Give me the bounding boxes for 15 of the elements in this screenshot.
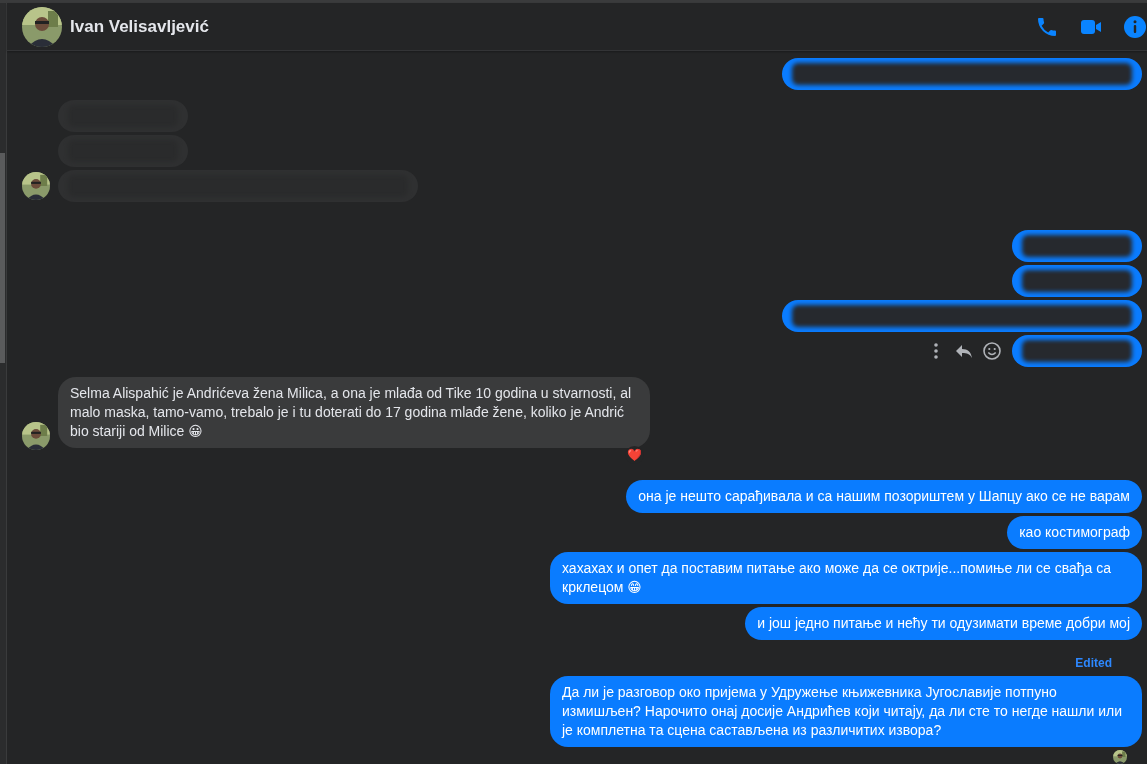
- message-bubble: Selma Alispahić je Andrićeva žena Milica, a ona je mlađa od Tike 10 godina u stvarnosti, al malo maska, tamo-vamo, trebalo je i tu doterati do 17 godina mlađe žene, koliko je Andrić bio stariji od Milice 😀: [58, 377, 650, 448]
- avatar: [22, 422, 50, 450]
- message-bubble: хахахах и опет да поставим питање ако може да се октрије...помиње ли се свађа са крклецом 😁: [550, 552, 1142, 604]
- heart-reaction[interactable]: ❤: [625, 446, 644, 464]
- smiley-icon[interactable]: [982, 341, 1002, 361]
- scrollbar-thumb[interactable]: [0, 153, 5, 363]
- message-bubble: као костимограф: [1007, 516, 1142, 549]
- avatar: [22, 172, 50, 200]
- contact-name: Ivan Velisavljević: [70, 16, 210, 37]
- message-bubble: она је нешто сарађивала и са нашим позориштем у Шапцу ако се не варам: [626, 480, 1142, 513]
- info-icon[interactable]: [1123, 14, 1147, 39]
- message-bubble: Да ли је разговор око пријема у Удружење књижевника Југославије потпуно измишљен? Нарочито онај досије Андрићев који читају, да ли сте то негде нашли или је комплетна та сцена састављена из различитих извора?: [550, 676, 1142, 747]
- avatar: [22, 6, 62, 47]
- message-bubble: и још једно питање и нећу ти одузимати време добри мој: [745, 607, 1142, 640]
- edited-label: Edited: [1074, 655, 1113, 672]
